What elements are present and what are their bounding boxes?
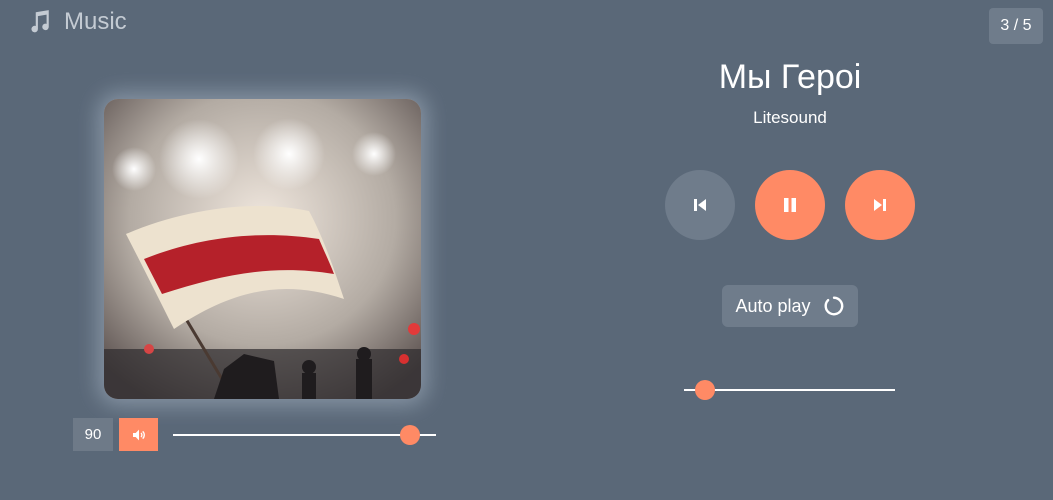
progress-slider[interactable] (684, 379, 895, 401)
song-artist: Litesound (753, 108, 827, 127)
album-cover-image (104, 99, 421, 399)
skip-previous-icon (694, 199, 706, 211)
volume-slider[interactable] (173, 424, 436, 446)
album-cover (104, 99, 421, 399)
volume-value: 90 (73, 418, 113, 451)
next-button[interactable] (845, 170, 915, 240)
app-title: Music (64, 8, 127, 35)
volume-slider-thumb[interactable] (399, 424, 420, 445)
autoplay-button[interactable]: Auto play (722, 285, 858, 327)
mute-button[interactable] (119, 418, 158, 451)
skip-next-icon (874, 199, 886, 211)
autoplay-label: Auto play (735, 295, 811, 316)
loop-icon (824, 296, 843, 316)
app-header: Music (26, 8, 127, 36)
music-note-icon (31, 10, 49, 33)
pause-icon (784, 198, 796, 212)
speaker-icon (132, 429, 145, 440)
volume-slider-track (173, 433, 436, 436)
volume-controls: 90 (73, 418, 436, 451)
previous-button[interactable] (665, 170, 735, 240)
playback-controls (665, 170, 915, 240)
pause-button[interactable] (755, 170, 825, 240)
progress-slider-track (684, 389, 895, 391)
progress-slider-thumb[interactable] (695, 380, 716, 400)
track-counter: 3 / 5 (989, 8, 1043, 44)
song-title: Мы Героі (718, 58, 862, 96)
